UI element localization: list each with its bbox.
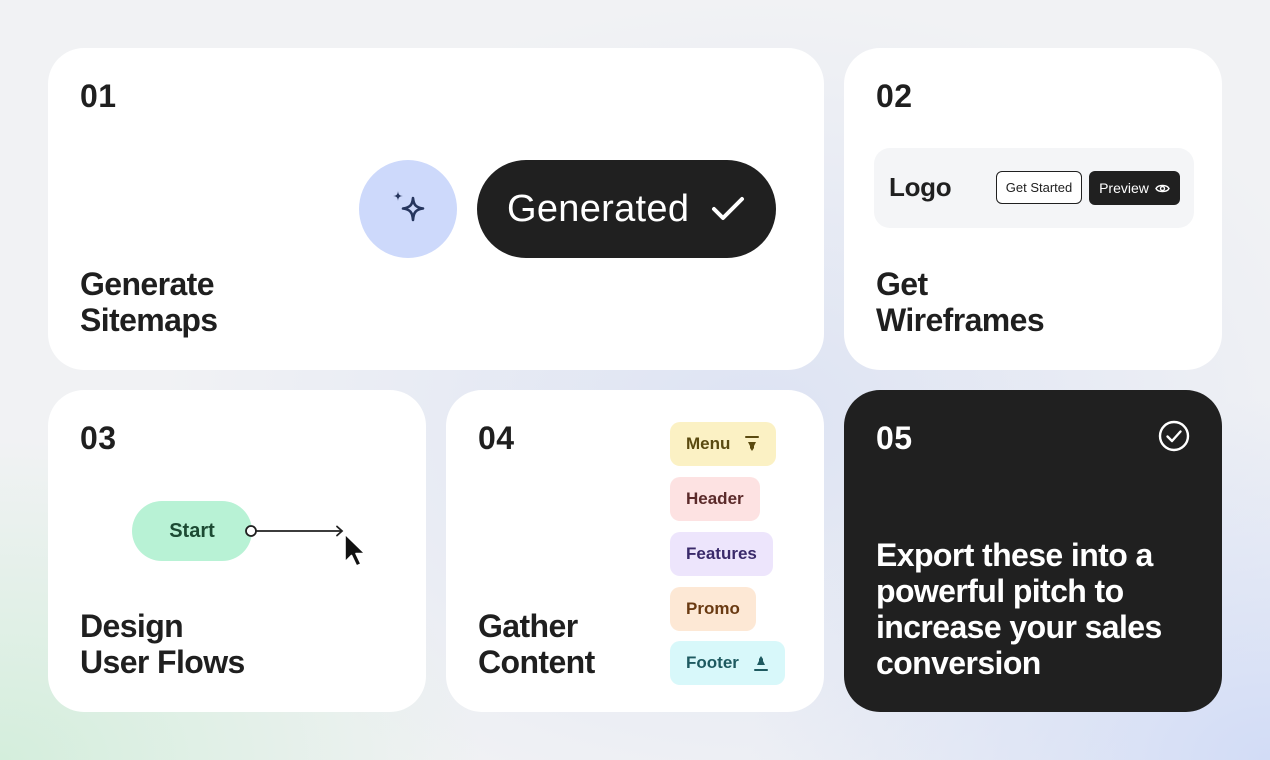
card-title-line-1: Gather <box>478 608 578 644</box>
card-get-wireframes: 02 Logo Get Started Preview Get Wirefram… <box>844 48 1222 370</box>
preview-label: Preview <box>1099 180 1149 196</box>
tag-label: Promo <box>686 599 740 618</box>
check-circle-icon[interactable] <box>1158 420 1190 452</box>
tag-label: Footer <box>686 653 739 672</box>
card-export[interactable]: 05 Export these into a powerful pitch to… <box>844 390 1222 712</box>
card-title: Generate Sitemaps <box>80 266 218 338</box>
card-title-line-1: Design <box>80 608 184 644</box>
generated-status-pill[interactable]: Generated <box>477 160 776 258</box>
card-number: 01 <box>80 78 117 114</box>
generated-label: Generated <box>507 187 690 230</box>
tag-menu[interactable]: Menu <box>670 422 777 466</box>
sparkle-button[interactable] <box>359 160 457 258</box>
eye-icon <box>1155 184 1170 192</box>
card-number: 03 <box>80 420 117 456</box>
tag-label: Header <box>686 489 744 508</box>
card-title-line-1: Get <box>876 266 928 302</box>
tag-label: Menu <box>686 434 731 453</box>
card-title-line-2: Wireframes <box>876 302 1045 338</box>
card-number: 04 <box>478 420 515 456</box>
card-title-line-2: User Flows <box>80 644 245 680</box>
sparkle-icon <box>393 191 425 222</box>
card-number: 05 <box>876 420 913 456</box>
cursor-icon <box>344 533 366 567</box>
flow-connector[interactable] <box>244 520 424 582</box>
wireframe-logo: Logo <box>889 172 952 202</box>
checkmark-icon <box>712 197 745 220</box>
wireframe-preview-navbar: Logo Get Started Preview <box>874 148 1194 228</box>
arrow-up-from-line-icon <box>753 656 768 671</box>
tag-header[interactable]: Header <box>670 477 760 521</box>
tag-label: Features <box>686 544 757 563</box>
tag-promo[interactable]: Promo <box>670 587 756 631</box>
get-started-button[interactable]: Get Started <box>996 171 1082 204</box>
card-title-line-2: Sitemaps <box>80 302 218 338</box>
arrow-down-to-line-icon <box>745 436 760 451</box>
card-title: Gather Content <box>478 608 595 680</box>
card-title: Design User Flows <box>80 608 245 680</box>
card-title-line-2: Content <box>478 644 595 680</box>
preview-button[interactable]: Preview <box>1089 171 1180 205</box>
card-gather-content: 04 Menu Header Features Promo Footer Gat… <box>446 390 824 712</box>
tag-features[interactable]: Features <box>670 532 773 576</box>
card-title-line-1: Generate <box>80 266 215 302</box>
card-generate-sitemaps: 01 Generated Generate Sitemaps <box>48 48 824 370</box>
card-design-user-flows: 03 Start Design User Flows <box>48 390 426 712</box>
card-title: Get Wireframes <box>876 266 1045 338</box>
tag-footer[interactable]: Footer <box>670 641 785 685</box>
export-description: Export these into a powerful pitch to in… <box>876 537 1162 681</box>
start-node[interactable]: Start <box>132 501 252 561</box>
card-number: 02 <box>876 78 913 114</box>
